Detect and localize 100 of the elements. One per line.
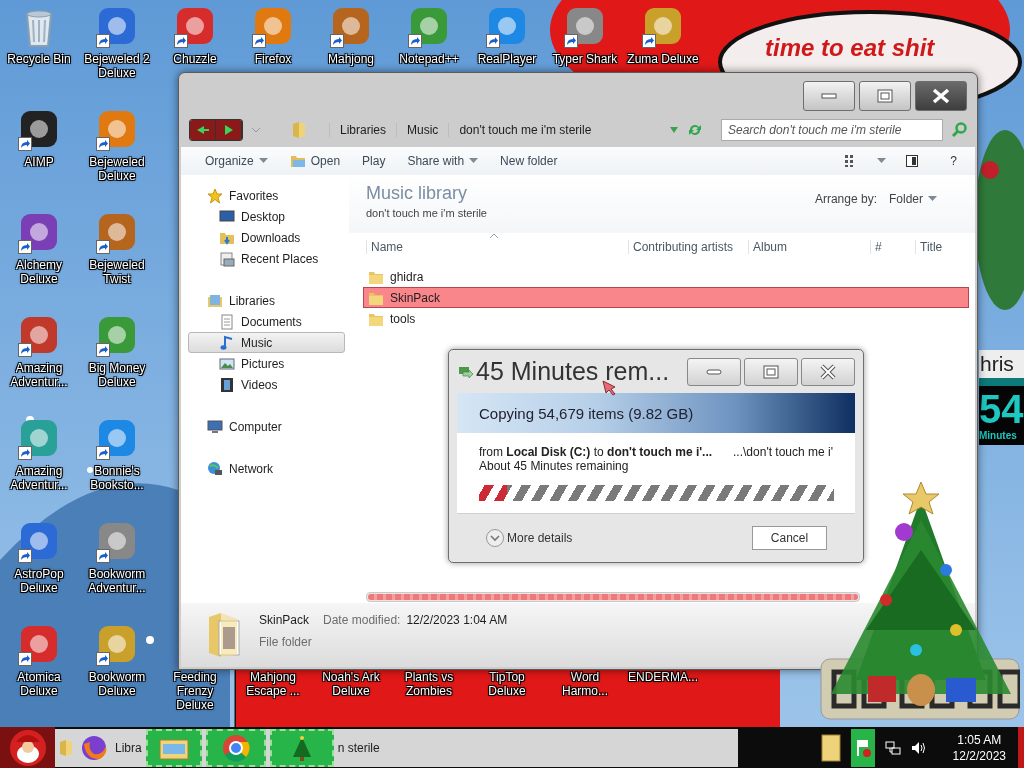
sidebar-item[interactable]: Computer xyxy=(188,416,345,437)
sidebar-item[interactable]: Downloads xyxy=(188,227,345,248)
folder-icon xyxy=(207,611,241,659)
start-button[interactable] xyxy=(0,727,55,768)
maximize-icon xyxy=(763,364,779,379)
toolbar-button[interactable]: Play xyxy=(362,154,386,168)
sidebar-item[interactable]: Favorites xyxy=(188,185,345,206)
column-header[interactable]: Contributing artists xyxy=(628,240,748,254)
icon-label[interactable]: Bookworm Adventur... xyxy=(79,567,155,595)
task-label: Libra xyxy=(115,740,142,755)
shortcut-arrow-icon xyxy=(96,34,110,48)
taskbar-app-button[interactable] xyxy=(269,728,334,767)
cancel-button[interactable]: Cancel xyxy=(752,526,827,550)
arrange-label: Arrange by: xyxy=(814,192,877,206)
taskbar-app-button[interactable] xyxy=(205,728,266,767)
taskbar-task-button[interactable]: Libra n sterile xyxy=(55,728,738,767)
icon-label[interactable]: ENDERMA... xyxy=(625,670,701,684)
preview-pane-icon[interactable] xyxy=(906,155,919,167)
shortcut-arrow-icon xyxy=(96,446,110,460)
dropdown-caret-icon xyxy=(258,158,268,164)
column-header[interactable]: Title xyxy=(915,240,975,254)
back-button[interactable] xyxy=(190,120,216,140)
sidebar-item[interactable]: Recent Places xyxy=(188,248,345,269)
icon-label[interactable]: Noah's Ark Deluxe xyxy=(313,670,389,698)
close-button[interactable] xyxy=(801,357,855,386)
sidebar-item[interactable]: Videos xyxy=(188,374,345,395)
dialog-title: 45 Minutes rem... xyxy=(476,357,670,386)
time-remaining-text: About 45 Minutes remaining xyxy=(479,459,630,473)
icon-label[interactable]: Plants vs Zombies xyxy=(391,670,467,698)
shortcut-arrow-icon xyxy=(18,137,32,151)
shortcut-arrow-icon xyxy=(564,34,578,48)
document-icon xyxy=(219,313,235,330)
library-folder-icon xyxy=(207,292,223,309)
sidebar-item[interactable]: Libraries xyxy=(188,290,345,311)
icon-label[interactable]: Zuma Deluxe xyxy=(625,52,701,66)
sidebar-item[interactable]: Music xyxy=(188,332,345,353)
toolbar-button[interactable]: Share with xyxy=(407,154,479,168)
breadcrumb-item[interactable]: Libraries xyxy=(329,123,397,137)
arrange-dropdown[interactable]: Folder xyxy=(889,192,937,206)
column-header[interactable]: Album xyxy=(748,240,870,254)
folder-icon xyxy=(289,154,306,168)
icon-label[interactable]: Word Harmo... xyxy=(547,670,623,698)
file-row[interactable]: tools xyxy=(363,308,969,329)
copy-heading: Copying 54,679 items (9.82 GB) xyxy=(457,393,855,433)
breadcrumb-item[interactable]: don't touch me i'm sterile xyxy=(448,123,602,137)
toolbar-button[interactable]: Open xyxy=(289,154,341,168)
banner-text: time to eat shit xyxy=(765,34,935,62)
icon-label[interactable]: TipTop Deluxe xyxy=(469,670,545,698)
toolbar-button[interactable]: Organize xyxy=(205,154,268,168)
file-row[interactable]: ghidra xyxy=(363,266,969,287)
shortcut-arrow-icon xyxy=(96,343,110,357)
shortcut-arrow-icon xyxy=(96,240,110,254)
shortcut-arrow-icon xyxy=(96,549,110,563)
minimize-button[interactable] xyxy=(803,81,855,111)
icon-label[interactable]: Feeding Frenzy Deluxe xyxy=(157,670,233,712)
search-field[interactable]: Search don't touch me i'm sterile xyxy=(721,119,943,141)
dropdown-caret-icon xyxy=(469,158,479,164)
monitor-icon xyxy=(219,208,235,225)
network-icon[interactable] xyxy=(884,739,901,756)
close-button[interactable] xyxy=(915,81,967,111)
sidebar-item[interactable]: Pictures xyxy=(188,353,345,374)
countdown-title: hris xyxy=(979,350,1024,378)
copy-icon xyxy=(459,365,473,378)
maximize-button[interactable] xyxy=(859,81,911,111)
shortcut-arrow-icon xyxy=(642,34,656,48)
help-button[interactable]: ? xyxy=(950,154,957,168)
music-note-icon xyxy=(219,334,235,351)
close-icon xyxy=(819,363,837,380)
sidebar-item[interactable]: Desktop xyxy=(188,206,345,227)
minimize-icon xyxy=(706,367,722,376)
shortcut-arrow-icon xyxy=(408,34,422,48)
sidebar-item[interactable]: Documents xyxy=(188,311,345,332)
icon-label[interactable]: AstroPop Deluxe xyxy=(1,567,77,595)
shortcut-arrow-icon xyxy=(18,240,32,254)
file-row[interactable]: SkinPack xyxy=(363,287,969,308)
shortcut-arrow-icon xyxy=(330,34,344,48)
column-header[interactable]: # xyxy=(870,240,915,254)
action-center-button[interactable] xyxy=(850,728,875,767)
date-value: 12/2/2023 1:04 AM xyxy=(406,613,508,627)
shortcut-arrow-icon xyxy=(18,549,32,563)
column-header[interactable]: Name xyxy=(366,240,628,254)
sidebar-item[interactable]: Network xyxy=(188,458,345,479)
maximize-button[interactable] xyxy=(744,357,798,386)
dropdown-caret-icon[interactable] xyxy=(877,158,887,164)
taskbar-app-button[interactable] xyxy=(145,728,202,767)
icon-label[interactable]: Mahjong Escape ... xyxy=(235,670,311,698)
toolbar-button[interactable]: New folder xyxy=(500,154,558,168)
flag-icon xyxy=(854,737,871,758)
icon-label[interactable]: Bookworm Deluxe xyxy=(79,670,155,698)
minimize-button[interactable] xyxy=(687,357,741,386)
date-label: Date modified: xyxy=(323,613,401,627)
more-details-toggle[interactable]: More details xyxy=(485,528,573,548)
forward-button[interactable] xyxy=(216,120,242,140)
folder-icon[interactable] xyxy=(820,732,841,763)
destination-path: ...\don't touch me i' xyxy=(733,445,833,459)
clock-time: 1:05 AM xyxy=(956,731,1003,748)
film-icon xyxy=(219,376,235,393)
icon-label[interactable]: Atomica Deluxe xyxy=(1,670,77,698)
taskbar-clock[interactable]: 1:05 AM 12/2/2023 xyxy=(946,731,1012,764)
breadcrumb-item[interactable]: Music xyxy=(396,123,449,137)
